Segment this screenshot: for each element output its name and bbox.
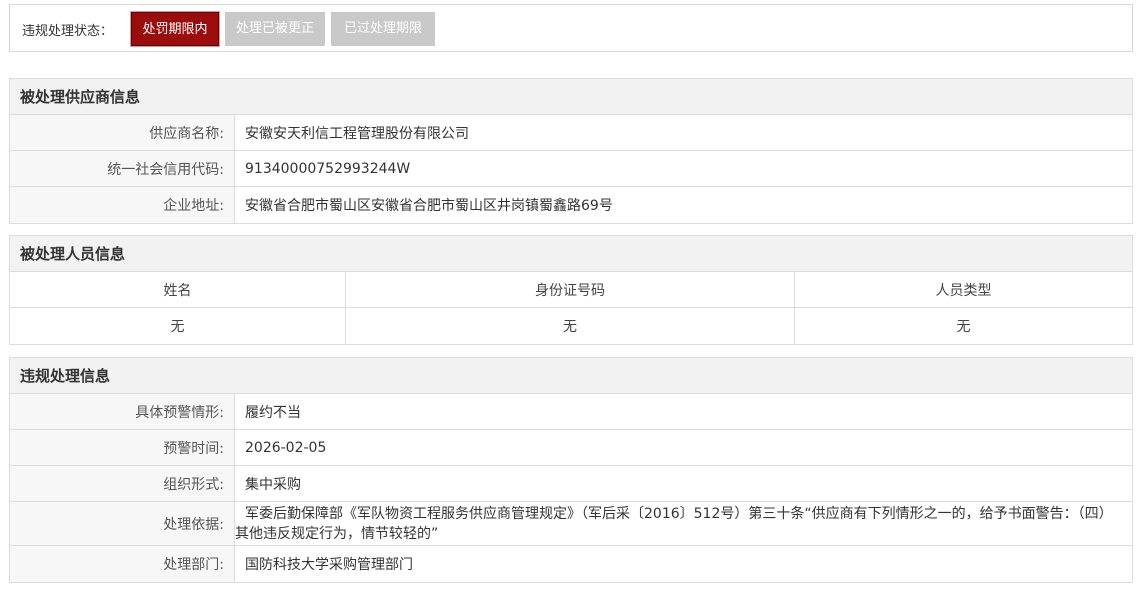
- cell-person-type: 无: [956, 319, 971, 335]
- violation-info-section: 违规处理信息 具体预警情形: 履约不当 预警时间: 2026-02-05 组织形…: [9, 357, 1133, 583]
- personnel-info-section: 被处理人员信息 姓名 身份证号码 人员类型 无 无 无: [9, 235, 1133, 345]
- status-button-corrected[interactable]: 处理已被更正: [225, 12, 325, 46]
- organization-form-value: 集中采购: [245, 476, 301, 493]
- warning-situation-row: 具体预警情形: 履约不当: [10, 394, 1132, 430]
- organization-form-row: 组织形式: 集中采购: [10, 466, 1132, 502]
- handling-department-value: 国防科技大学采购管理部门: [245, 557, 413, 573]
- address-row: 企业地址: 安徽省合肥市蜀山区安徽省合肥市蜀山区井岗镇蜀鑫路69号: [10, 187, 1132, 223]
- warning-situation-label: 具体预警情形:: [10, 394, 235, 429]
- status-label: 违规处理状态：: [22, 24, 114, 39]
- address-value: 安徽省合肥市蜀山区安徽省合肥市蜀山区井岗镇蜀鑫路69号: [245, 198, 613, 214]
- status-bar: 违规处理状态： 处罚期限内 处理已被更正 已过处理期限: [9, 4, 1133, 52]
- warning-time-value: 2026-02-05: [245, 439, 327, 456]
- table-row: 无 无 无: [10, 308, 1132, 344]
- supplier-info-header: 被处理供应商信息: [10, 79, 1132, 115]
- cell-name: 无: [10, 308, 346, 344]
- credit-code-value: 91340000752993244W: [245, 160, 411, 177]
- credit-code-label: 统一社会信用代码:: [10, 151, 235, 186]
- supplier-name-label: 供应商名称:: [10, 115, 235, 150]
- personnel-info-header: 被处理人员信息: [10, 236, 1132, 272]
- handling-basis-value: 军委后勤保障部《军队物资工程服务供应商管理规定》（军后采〔2016〕512号）第…: [235, 506, 1113, 542]
- column-header-person-type: 人员类型: [935, 282, 992, 299]
- personnel-table-header: 姓名 身份证号码 人员类型: [10, 272, 1132, 308]
- column-header-name: 姓名: [10, 272, 346, 307]
- column-header-id-number: 身份证号码: [346, 272, 795, 307]
- supplier-info-section: 被处理供应商信息 供应商名称: 安徽安天利信工程管理股份有限公司 统一社会信用代…: [9, 78, 1133, 224]
- status-button-expired[interactable]: 已过处理期限: [331, 12, 435, 46]
- supplier-name-row: 供应商名称: 安徽安天利信工程管理股份有限公司: [10, 115, 1132, 151]
- violation-info-header: 违规处理信息: [10, 358, 1132, 394]
- handling-department-label: 处理部门:: [10, 546, 235, 582]
- status-button-in-penalty-period[interactable]: 处罚期限内: [130, 11, 220, 47]
- organization-form-label: 组织形式:: [10, 466, 235, 501]
- cell-id-number: 无: [346, 308, 795, 344]
- supplier-name-value: 安徽安天利信工程管理股份有限公司: [245, 125, 469, 142]
- address-label: 企业地址:: [10, 187, 235, 223]
- warning-time-label: 预警时间:: [10, 430, 235, 465]
- warning-situation-value: 履约不当: [245, 404, 301, 421]
- handling-basis-label: 处理依据:: [10, 502, 235, 545]
- warning-time-row: 预警时间: 2026-02-05: [10, 430, 1132, 466]
- credit-code-row: 统一社会信用代码: 91340000752993244W: [10, 151, 1132, 187]
- handling-department-row: 处理部门: 国防科技大学采购管理部门: [10, 546, 1132, 582]
- handling-basis-row: 处理依据: 军委后勤保障部《军队物资工程服务供应商管理规定》（军后采〔2016〕…: [10, 502, 1132, 546]
